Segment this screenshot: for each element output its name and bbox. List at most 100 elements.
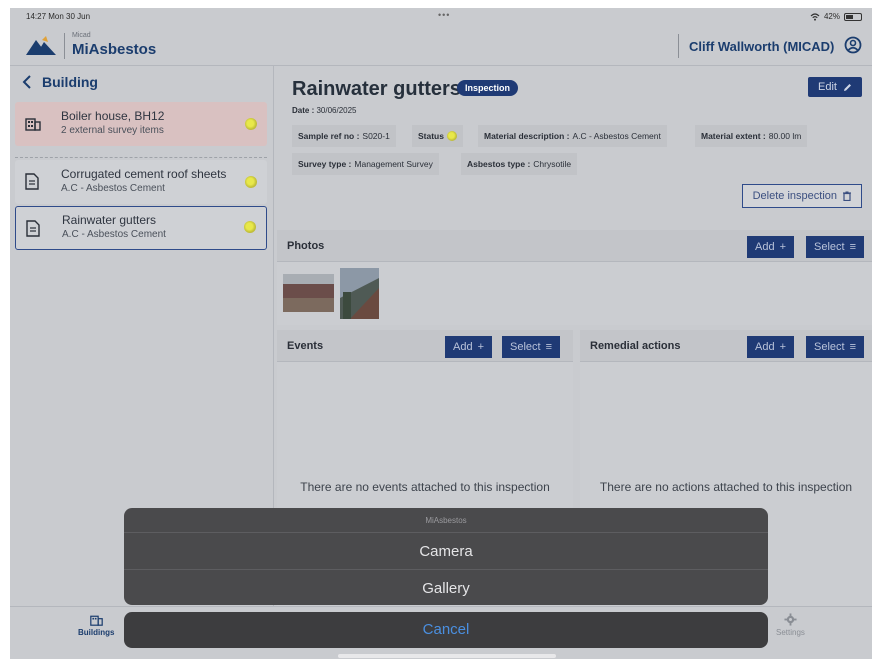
photo-thumbnail-1[interactable] <box>283 274 334 312</box>
sidebar-item-rainwater-gutters[interactable]: Rainwater gutters A.C - Asbestos Cement <box>15 206 267 250</box>
user-divider <box>678 34 679 58</box>
tab-settings[interactable]: Settings <box>776 613 805 637</box>
sample-ref-chip: Sample ref no : S020-1 <box>292 125 396 147</box>
document-icon <box>26 220 40 237</box>
sidebar-item-subtitle: A.C - Asbestos Cement <box>61 183 165 194</box>
gear-icon <box>784 613 797 626</box>
app-frame: 14:27 Mon 30 Jun ••• 42% Micad MiAsbesto… <box>10 8 872 659</box>
tab-buildings-label: Buildings <box>78 628 115 637</box>
events-add-button[interactable]: Add + <box>445 336 493 358</box>
sidebar-item-subtitle: 2 external survey items <box>61 125 164 136</box>
add-label: Add <box>453 341 473 353</box>
sidebar-item-roof-sheets[interactable]: Corrugated cement roof sheets A.C - Asbe… <box>15 160 267 204</box>
photo-source-action-sheet: MiAsbestos Camera Gallery <box>124 508 768 605</box>
list-icon: ≡ <box>849 241 856 253</box>
action-sheet-title: MiAsbestos <box>425 516 467 525</box>
asbestos-type-label: Asbestos type : <box>467 159 531 169</box>
status-right: 42% <box>810 12 862 21</box>
sidebar-item-boiler-house[interactable]: Boiler house, BH12 2 external survey ite… <box>15 102 267 146</box>
edit-button[interactable]: Edit <box>808 77 862 97</box>
photos-title: Photos <box>287 240 325 252</box>
status-time: 14:27 Mon 30 Jun <box>26 12 91 21</box>
app-header: Micad MiAsbestos Cliff Wallworth (MICAD) <box>10 28 872 66</box>
tab-buildings[interactable]: Buildings <box>78 613 114 637</box>
date-label: Date : <box>292 106 315 115</box>
cancel-button[interactable]: Cancel <box>124 612 768 648</box>
add-label: Add <box>755 241 775 253</box>
back-button[interactable]: Building <box>22 74 98 90</box>
remedial-header: Remedial actions Add + Select ≡ <box>580 330 872 362</box>
logo-company: Micad <box>72 32 91 39</box>
home-indicator[interactable] <box>338 654 556 658</box>
sidebar-item-title: Corrugated cement roof sheets <box>61 167 227 181</box>
asbestos-type-value: Chrysotile <box>533 159 572 169</box>
list-icon: ≡ <box>545 341 552 353</box>
document-icon <box>25 173 39 190</box>
select-label: Select <box>814 241 845 253</box>
material-desc-value: A.C - Asbestos Cement <box>572 131 661 141</box>
gallery-option[interactable]: Gallery <box>124 580 768 597</box>
trash-icon <box>843 191 851 201</box>
remedial-select-button[interactable]: Select ≡ <box>806 336 864 358</box>
sidebar-item-title: Rainwater gutters <box>62 213 157 227</box>
status-chip: Status <box>412 125 463 147</box>
events-header: Events Add + Select ≡ <box>277 330 573 362</box>
events-select-button[interactable]: Select ≡ <box>502 336 560 358</box>
photos-select-button[interactable]: Select ≡ <box>806 236 864 258</box>
battery-percent: 42% <box>823 12 840 21</box>
material-extent-value: 80.00 lm <box>768 131 802 141</box>
status-indicator-icon <box>446 131 457 141</box>
delete-inspection-button[interactable]: Delete inspection <box>741 184 862 208</box>
tab-settings-label: Settings <box>776 628 805 637</box>
sidebar-title: Building <box>42 74 98 90</box>
photos-panel: Photos Add + Select ≡ <box>277 230 872 325</box>
user-account-icon[interactable] <box>844 36 862 54</box>
photos-header: Photos Add + Select ≡ <box>277 230 872 262</box>
survey-type-value: Management Survey <box>354 159 433 169</box>
photo-thumbnail-2[interactable] <box>340 268 379 319</box>
pencil-icon <box>844 83 851 91</box>
sidebar-item-title: Boiler house, BH12 <box>61 109 165 123</box>
logo-mountain-icon <box>26 36 56 55</box>
list-icon: ≡ <box>849 341 856 353</box>
events-empty-message: There are no events attached to this ins… <box>300 480 550 494</box>
logo-app-name: MiAsbestos <box>72 41 157 58</box>
camera-option[interactable]: Camera <box>124 543 768 560</box>
status-indicator-icon <box>245 118 257 130</box>
select-label: Select <box>510 341 541 353</box>
remedial-title: Remedial actions <box>590 340 681 352</box>
events-title: Events <box>287 340 324 352</box>
sample-ref-label: Sample ref no : <box>298 131 360 141</box>
edit-label: Edit <box>818 81 837 93</box>
select-label: Select <box>814 341 845 353</box>
photos-add-button[interactable]: Add + <box>747 236 795 258</box>
battery-icon <box>844 12 862 21</box>
chevron-left-icon <box>22 75 31 89</box>
sidebar-item-subtitle: A.C - Asbestos Cement <box>62 229 166 240</box>
date-row: Date : 30/06/2025 <box>292 106 357 115</box>
plus-icon: + <box>779 341 787 353</box>
plus-icon: + <box>779 241 787 253</box>
asbestos-type-chip: Asbestos type : Chrysotile <box>461 153 578 175</box>
building-icon <box>89 615 103 626</box>
type-badge: Inspection <box>457 80 519 96</box>
remedial-add-button[interactable]: Add + <box>747 336 795 358</box>
date-value: 30/06/2025 <box>316 106 357 115</box>
material-description-chip: Material description : A.C - Asbestos Ce… <box>478 125 667 147</box>
delete-label: Delete inspection <box>752 190 837 202</box>
survey-type-chip: Survey type : Management Survey <box>292 153 439 175</box>
material-desc-label: Material description : <box>484 131 570 141</box>
status-bar: 14:27 Mon 30 Jun ••• 42% <box>10 8 872 28</box>
status-label: Status <box>418 131 444 141</box>
divider <box>15 157 267 158</box>
wifi-icon <box>810 12 820 21</box>
material-extent-chip: Material extent : 80.00 lm <box>695 125 808 147</box>
status-indicator-icon <box>244 221 256 233</box>
remedial-empty-message: There are no actions attached to this in… <box>599 480 853 494</box>
material-extent-label: Material extent : <box>701 131 766 141</box>
logo-divider <box>64 33 65 59</box>
add-label: Add <box>755 341 775 353</box>
page-title: Rainwater gutters <box>292 78 461 100</box>
user-name[interactable]: Cliff Wallworth (MICAD) <box>689 39 834 54</box>
multitask-dots[interactable]: ••• <box>438 10 450 20</box>
